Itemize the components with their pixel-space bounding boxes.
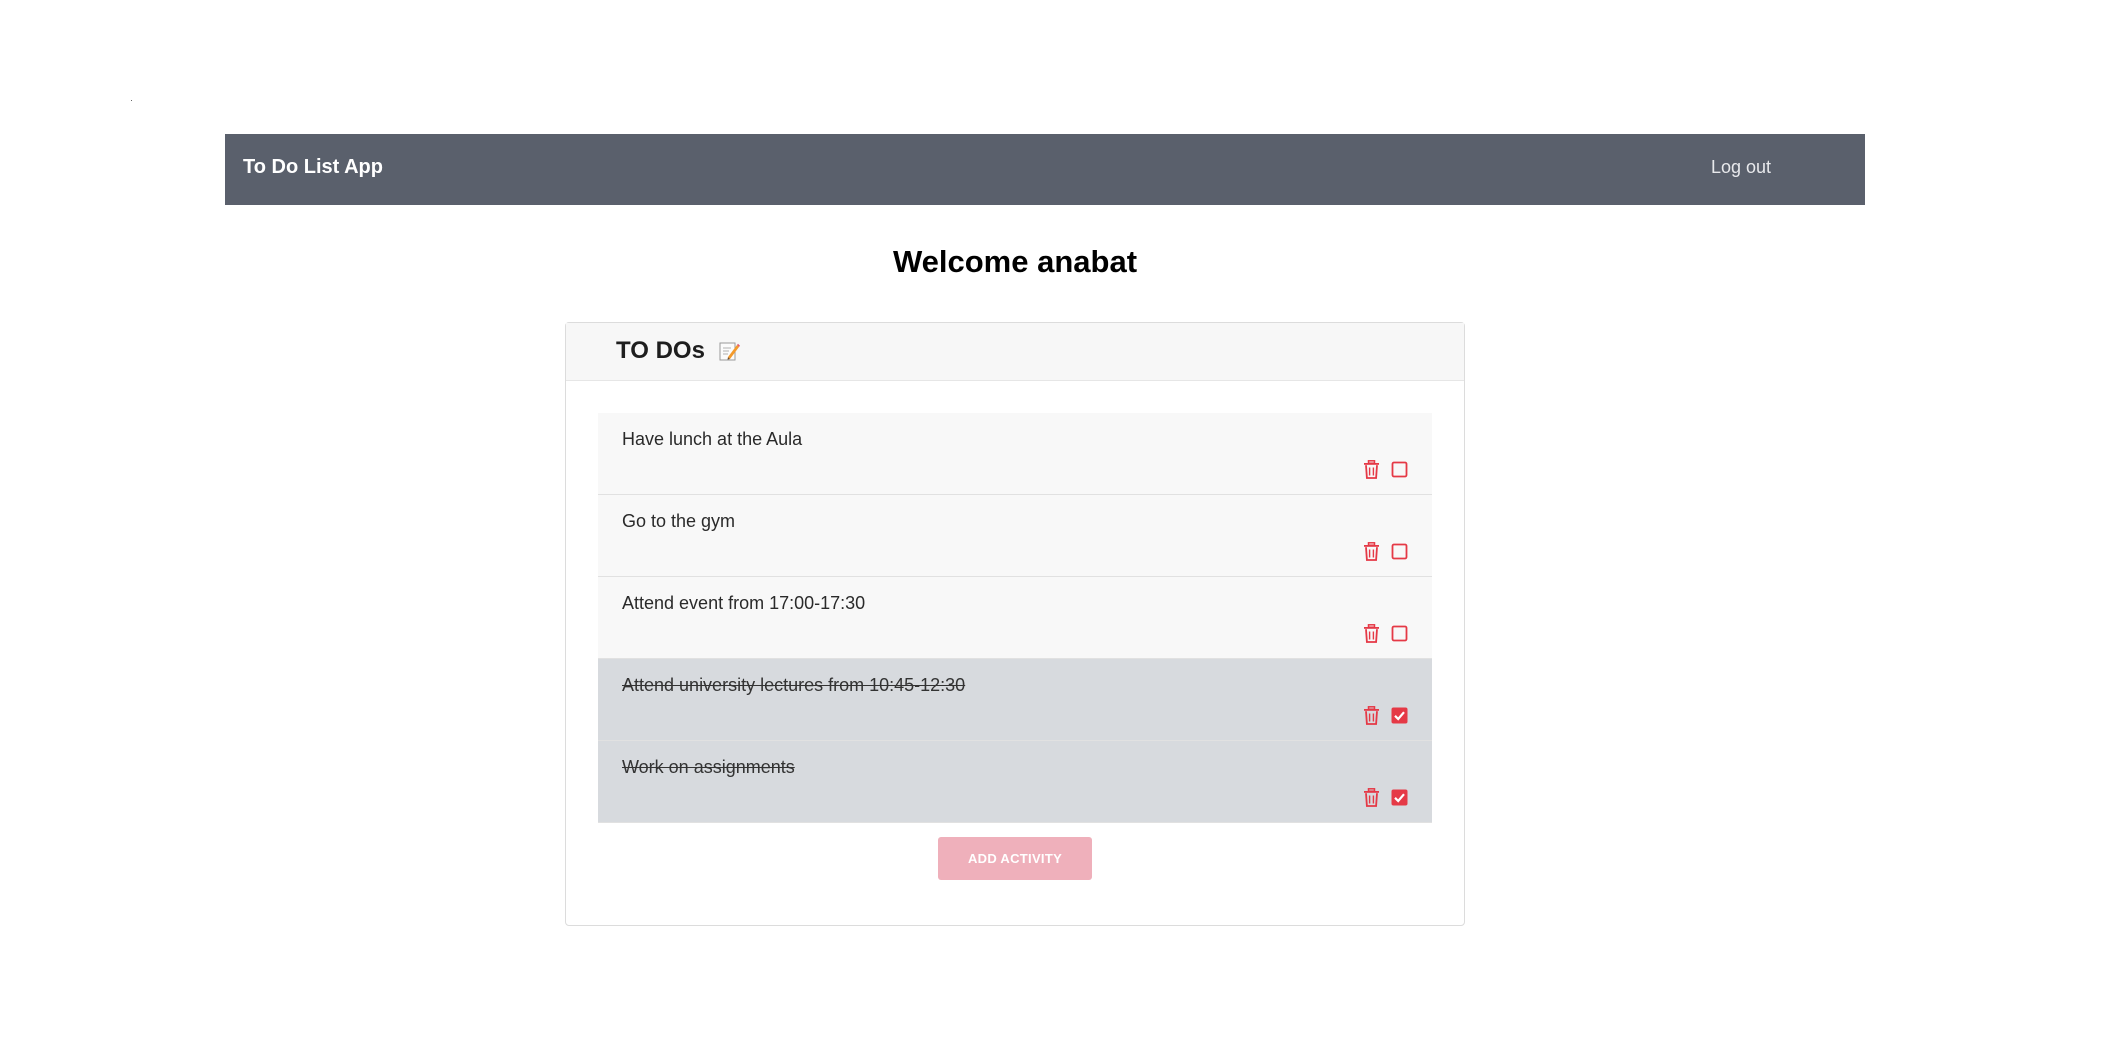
todo-item-1: Have lunch at the Aula — [598, 413, 1432, 495]
stray-dot — [131, 100, 132, 101]
todo-item-5: Work on assignments — [598, 741, 1432, 823]
trash-icon[interactable] — [1363, 542, 1380, 561]
checkbox-empty-icon[interactable] — [1391, 543, 1408, 560]
todo-item-text: Have lunch at the Aula — [622, 429, 803, 449]
welcome-heading: Welcome anabat — [892, 244, 1138, 279]
checkbox-checked-icon[interactable] — [1391, 789, 1408, 806]
card-title: TO DOs — [616, 337, 705, 364]
todo-list: Have lunch at the Aula Go to the gym Att… — [598, 413, 1432, 823]
checkbox-checked-icon[interactable] — [1391, 707, 1408, 724]
app-brand[interactable]: To Do List App — [243, 134, 383, 200]
memo-icon — [719, 342, 740, 361]
navbar: To Do List App Log out — [225, 134, 1865, 205]
card-header: TO DOs — [566, 323, 1464, 381]
todo-item-2: Go to the gym — [598, 495, 1432, 577]
add-activity-button[interactable]: ADD ACTIVITY — [938, 837, 1092, 880]
todo-item-4: Attend university lectures from 10:45-12… — [598, 659, 1432, 741]
logout-link[interactable]: Log out — [1711, 134, 1771, 200]
trash-icon[interactable] — [1363, 706, 1380, 725]
todo-item-text: Attend event from 17:00-17:30 — [622, 593, 866, 613]
todo-item-text: Go to the gym — [622, 511, 736, 531]
checkbox-empty-icon[interactable] — [1391, 461, 1408, 478]
trash-icon[interactable] — [1363, 788, 1380, 807]
todo-item-text: Attend university lectures from 10:45-12… — [622, 675, 966, 695]
todo-item-text: Work on assignments — [622, 757, 795, 777]
todo-item-3: Attend event from 17:00-17:30 — [598, 577, 1432, 659]
checkbox-empty-icon[interactable] — [1391, 625, 1408, 642]
todo-card: TO DOs Have lunch at the Aula Go to the … — [565, 322, 1465, 926]
trash-icon[interactable] — [1363, 624, 1380, 643]
trash-icon[interactable] — [1363, 460, 1380, 479]
